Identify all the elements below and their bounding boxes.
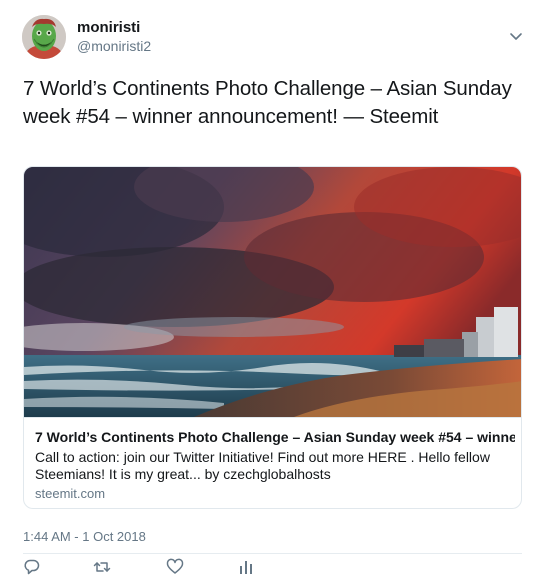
tweet-text: 7 World’s Continents Photo Challenge – A… xyxy=(23,77,512,128)
tweet: moniristi @moniristi2 7 World’s Continen… xyxy=(0,0,541,586)
heart-icon[interactable] xyxy=(165,557,185,577)
card-domain: steemit.com xyxy=(35,486,106,501)
card-body[interactable]: 7 World’s Continents Photo Challenge – A… xyxy=(24,417,521,508)
card-description: Call to action: join our Twitter Initiat… xyxy=(35,449,490,482)
avatar[interactable] xyxy=(22,15,66,59)
avatar-face-icon xyxy=(22,15,66,59)
analytics-icon[interactable] xyxy=(236,557,256,577)
card-image[interactable] xyxy=(24,167,521,417)
reply-icon[interactable] xyxy=(22,557,42,577)
retweet-icon[interactable] xyxy=(92,557,112,577)
stormy-sky-beach-photo xyxy=(24,167,521,417)
chevron-down-icon[interactable] xyxy=(508,30,524,42)
link-card[interactable]: 7 World’s Continents Photo Challenge – A… xyxy=(23,166,522,509)
user-handle[interactable]: @moniristi2 xyxy=(77,38,151,54)
tweet-timestamp[interactable]: 1:44 AM - 1 Oct 2018 xyxy=(23,529,146,544)
card-title[interactable]: 7 World’s Continents Photo Challenge – A… xyxy=(35,429,515,445)
divider xyxy=(23,553,522,554)
display-name[interactable]: moniristi xyxy=(77,19,140,36)
